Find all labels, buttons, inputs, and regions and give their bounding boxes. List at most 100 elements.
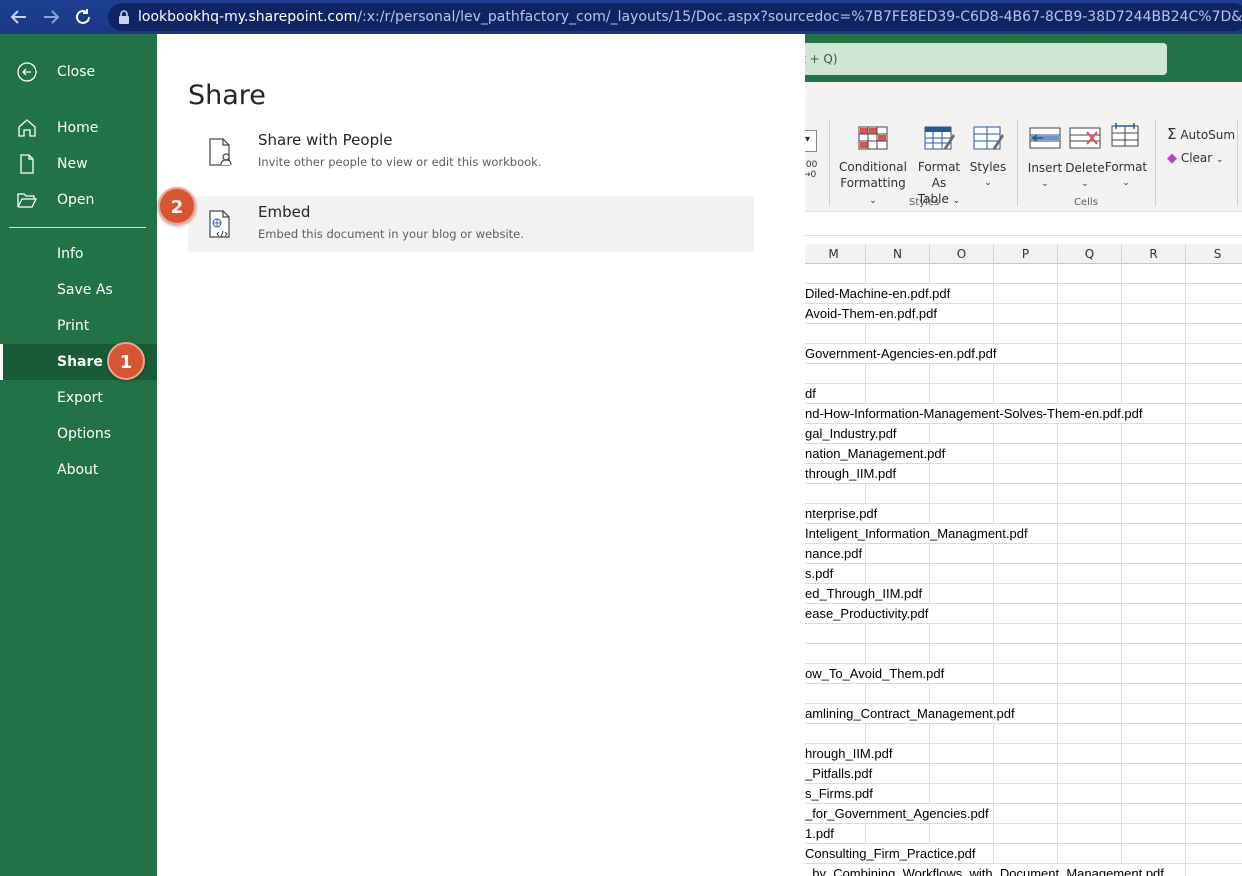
nav-export[interactable]: Export [0, 380, 157, 416]
cell-text: through_IIM.pdf [805, 466, 897, 481]
table-row[interactable] [805, 324, 1242, 344]
nav-about[interactable]: About [0, 452, 157, 488]
cell-border [929, 544, 930, 564]
table-row[interactable] [805, 644, 1242, 664]
conditional-formatting-button[interactable]: Conditional Formatting ⌄ [839, 159, 907, 209]
delete-button[interactable]: Delete ⌄ [1064, 160, 1106, 192]
column-header[interactable]: S [1186, 244, 1242, 264]
table-row[interactable] [805, 484, 1242, 504]
table-row[interactable]: through_IIM.pdf [805, 464, 1242, 484]
table-row[interactable]: ease_Productivity.pdf [805, 604, 1242, 624]
format-button[interactable]: Format ⌄ [1104, 159, 1148, 191]
table-row[interactable]: Inteligent_Information_Managment.pdf [805, 524, 1242, 544]
cell-border [1185, 304, 1186, 324]
excel-header: t + Q) [805, 34, 1242, 82]
cell-border [993, 384, 994, 404]
nav-open[interactable]: Open [0, 182, 157, 218]
column-header[interactable]: Q [1058, 244, 1122, 264]
table-row[interactable]: nterprise.pdf [805, 504, 1242, 524]
conditional-label-1: Conditional [839, 160, 907, 174]
cell-border [1057, 684, 1058, 704]
table-row[interactable]: ed_Through_IIM.pdf [805, 584, 1242, 604]
nav-close[interactable]: Close [0, 54, 157, 90]
cell-border [1121, 544, 1122, 564]
column-header[interactable]: R [1122, 244, 1186, 264]
cell-border [1185, 864, 1186, 876]
table-row[interactable]: nance.pdf [805, 544, 1242, 564]
cell-border [865, 644, 866, 664]
table-row[interactable]: s_Firms.pdf [805, 784, 1242, 804]
nav-new[interactable]: New [0, 146, 157, 182]
table-row[interactable] [805, 264, 1242, 284]
table-row[interactable]: Government-Agencies-en.pdf.pdf [805, 344, 1242, 364]
column-header[interactable]: N [866, 244, 930, 264]
table-row[interactable]: hrough_IIM.pdf [805, 744, 1242, 764]
table-row[interactable]: df [805, 384, 1242, 404]
cell-border [1121, 604, 1122, 624]
cell-border [865, 684, 866, 704]
chevron-down-icon: ⌄ [869, 196, 877, 206]
table-row[interactable]: gal_Industry.pdf [805, 424, 1242, 444]
column-header[interactable]: M [805, 244, 866, 264]
table-row[interactable]: amlining_Contract_Management.pdf [805, 704, 1242, 724]
sigma-icon: Σ [1167, 125, 1177, 143]
cell-border [1057, 264, 1058, 284]
back-icon[interactable] [3, 0, 35, 34]
column-header[interactable]: O [930, 244, 994, 264]
table-row[interactable]: _for_Government_Agencies.pdf [805, 804, 1242, 824]
cell-border [993, 784, 994, 804]
autosum-button[interactable]: Σ AutoSum [1167, 126, 1242, 143]
nav-print[interactable]: Print [0, 308, 157, 344]
grid-rows: Diled-Machine-en.pdf.pdf Avoid-Them-en.pd… [805, 264, 1242, 876]
column-header[interactable]: P [994, 244, 1058, 264]
cell-border [1057, 764, 1058, 784]
address-bar[interactable]: lookbookhq-my.sharepoint.com/:x:/r/perso… [108, 3, 1242, 31]
table-row[interactable]: ow_To_Avoid_Them.pdf [805, 664, 1242, 684]
nav-options[interactable]: Options [0, 416, 157, 452]
embed-title: Embed [258, 203, 311, 221]
cell-styles-button[interactable]: Styles ⌄ [969, 159, 1007, 191]
cell-border [993, 264, 994, 284]
number-format-dropdown[interactable]: ▾ [805, 130, 817, 152]
reload-icon[interactable] [67, 0, 99, 34]
delete-cells-icon[interactable] [1069, 126, 1101, 154]
table-row[interactable] [805, 624, 1242, 644]
cell-border [1185, 724, 1186, 744]
search-input[interactable]: t + Q) [805, 43, 1167, 75]
insert-cells-icon[interactable] [1029, 126, 1061, 154]
decimal-icon[interactable]: .00→0 [805, 160, 817, 180]
table-row[interactable]: _Pitfalls.pdf [805, 764, 1242, 784]
table-row[interactable]: _by_Combining_Workflows_with_Document_Ma… [805, 864, 1242, 876]
table-row[interactable] [805, 364, 1242, 384]
cell-styles-icon[interactable] [973, 126, 1005, 156]
nav-home[interactable]: Home [0, 110, 157, 146]
formula-bar[interactable] [805, 212, 1242, 236]
clear-button[interactable]: ◆ Clear ⌄ [1167, 150, 1242, 168]
share-with-people-option[interactable]: Share with People Invite other people to… [188, 124, 754, 180]
cell-border [1057, 744, 1058, 764]
insert-button[interactable]: Insert ⌄ [1026, 160, 1064, 192]
table-row[interactable]: Avoid-Them-en.pdf.pdf [805, 304, 1242, 324]
table-row[interactable] [805, 724, 1242, 744]
table-row[interactable]: Consulting_Firm_Practice.pdf [805, 844, 1242, 864]
cell-border [993, 764, 994, 784]
table-row[interactable]: Diled-Machine-en.pdf.pdf [805, 284, 1242, 304]
nav-save-as[interactable]: Save As [0, 272, 157, 308]
nav-info[interactable]: Info [0, 236, 157, 272]
format-as-table-icon[interactable] [924, 126, 956, 156]
cell-border [1185, 464, 1186, 484]
table-row[interactable]: s.pdf [805, 564, 1242, 584]
table-row[interactable]: nation_Management.pdf [805, 444, 1242, 464]
cell-border [993, 744, 994, 764]
conditional-formatting-icon[interactable] [858, 126, 888, 154]
step-badge-2: 2 [158, 187, 196, 225]
nav-info-label: Info [57, 246, 84, 262]
format-cells-icon[interactable] [1110, 122, 1140, 154]
embed-option[interactable]: Embed Embed this document in your blog o… [188, 196, 754, 252]
forward-icon[interactable] [35, 0, 67, 34]
table-row[interactable] [805, 684, 1242, 704]
table-row[interactable]: 1.pdf [805, 824, 1242, 844]
cell-border [993, 584, 994, 604]
cell-text: _for_Government_Agencies.pdf [805, 806, 989, 821]
table-row[interactable]: nd-How-Information-Management-Solves-The… [805, 404, 1242, 424]
